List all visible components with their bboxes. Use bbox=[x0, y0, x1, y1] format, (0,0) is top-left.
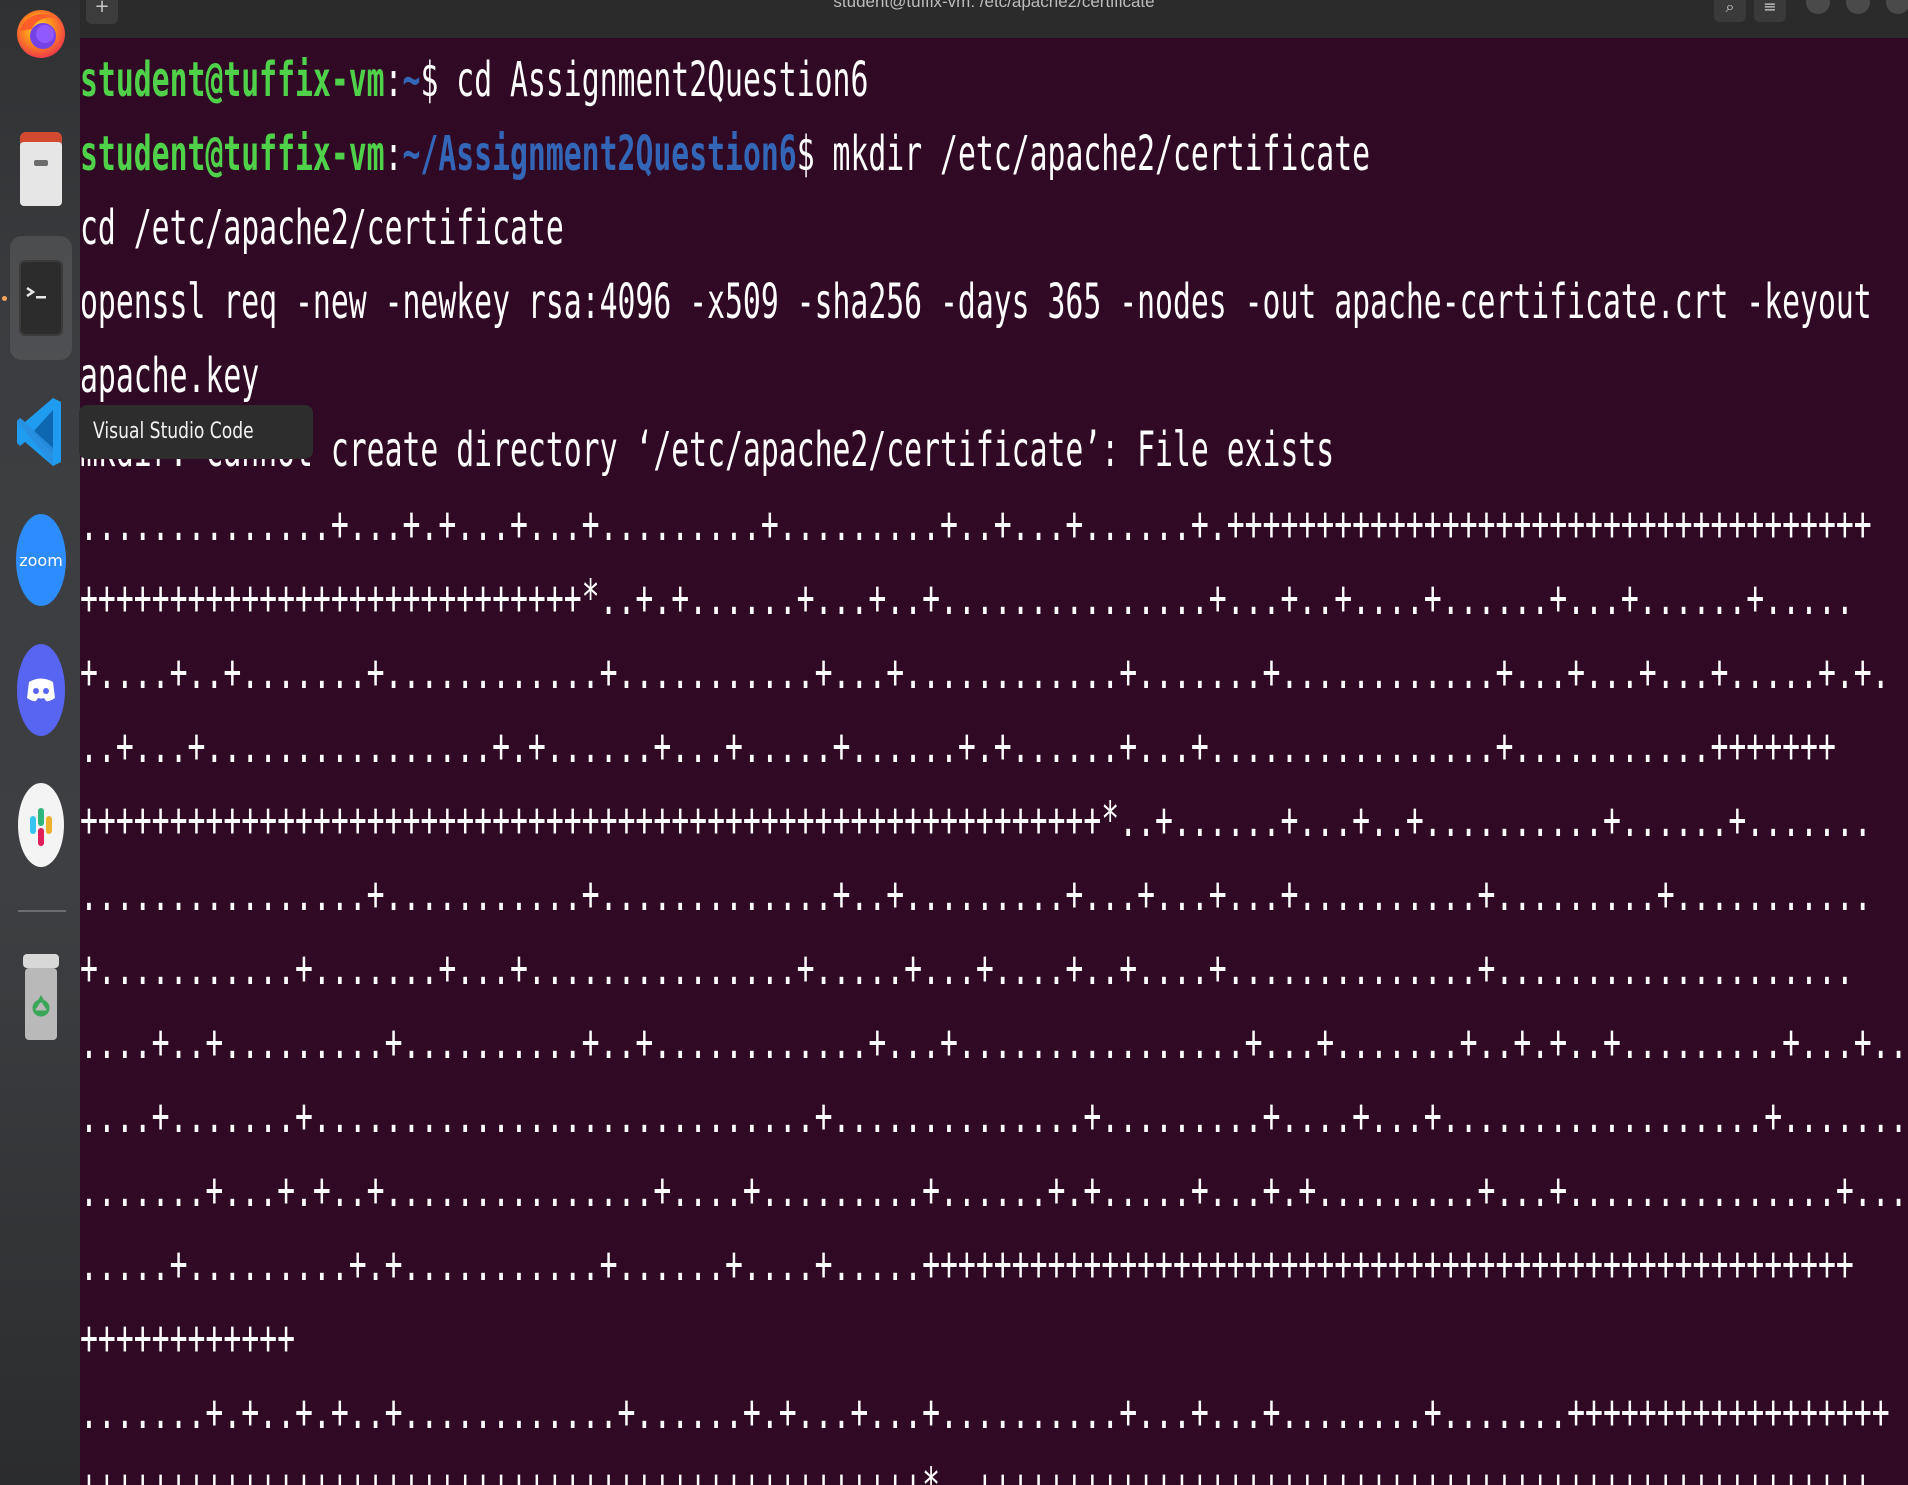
terminal-line: ..+...+................+.+......+...+...… bbox=[80, 718, 1836, 774]
terminal-line: apache.key bbox=[80, 348, 260, 404]
prompt-user-host: student@tuffix-vm bbox=[80, 52, 385, 108]
discord-icon bbox=[17, 644, 65, 736]
prompt-colon: : bbox=[384, 126, 403, 182]
search-icon: ⌕ bbox=[1725, 0, 1735, 16]
dock-item-terminal[interactable] bbox=[10, 236, 72, 360]
command-text: mkdir /etc/apache2/certificate bbox=[832, 126, 1371, 182]
menu-button[interactable]: ≡ bbox=[1754, 0, 1786, 22]
files-icon bbox=[20, 132, 62, 206]
terminal-icon bbox=[19, 260, 63, 336]
dock-item-trash[interactable] bbox=[10, 948, 72, 1048]
dock-item-discord[interactable] bbox=[10, 644, 72, 736]
window-title: student@tuffix-vm: /etc/apache2/certific… bbox=[833, 0, 1155, 11]
terminal-line: student@tuffix-vm:~$ cd Assignment2Quest… bbox=[80, 43, 868, 117]
dock-item-zoom[interactable]: zoom bbox=[10, 514, 72, 606]
terminal-line: ++++++++++++ bbox=[80, 1310, 296, 1366]
prompt-dollar: $ bbox=[796, 126, 833, 182]
prompt-path: ~ bbox=[402, 52, 421, 108]
dock-item-slack[interactable] bbox=[10, 783, 72, 867]
dock-separator bbox=[18, 910, 66, 912]
terminal-line: openssl req -new -newkey rsa:4096 -x509 … bbox=[80, 274, 1872, 330]
tooltip-text: Visual Studio Code bbox=[93, 419, 254, 444]
dock-item-firefox[interactable] bbox=[10, 0, 72, 74]
terminal-line: ..............+...+.+...+...+.........+.… bbox=[80, 496, 1872, 552]
menu-icon: ≡ bbox=[1763, 0, 1777, 16]
terminal-output[interactable]: student@tuffix-vm:~$ cd Assignment2Quest… bbox=[80, 38, 1908, 1485]
terminal-line: .......+.+..+.+..+............+......+.+… bbox=[80, 1384, 1890, 1440]
active-indicator-dot bbox=[2, 296, 7, 301]
terminal-headerbar: + student@tuffix-vm: /etc/apache2/certif… bbox=[80, 0, 1908, 38]
prompt-path: ~/Assignment2Question6 bbox=[402, 126, 797, 182]
vscode-icon bbox=[17, 398, 61, 466]
terminal-line: ....+.......+...........................… bbox=[80, 1088, 1908, 1144]
terminal-line: +...........+.......+...+...............… bbox=[80, 940, 1854, 996]
terminal-line: ++++++++++++++++++++++++++++++++++++++++… bbox=[80, 792, 1872, 848]
prompt-dollar: $ bbox=[420, 52, 457, 108]
dock-tooltip: Visual Studio Code bbox=[79, 405, 314, 459]
command-text: cd Assignment2Question6 bbox=[456, 52, 869, 108]
firefox-icon bbox=[17, 10, 65, 58]
desktop-screen: zoom + student@tuffix-vm: /etc/apache2/c… bbox=[0, 0, 1908, 1485]
dock-item-files[interactable] bbox=[10, 130, 72, 210]
terminal-line: ................+...........+...........… bbox=[80, 866, 1872, 922]
terminal-line: .....+.........+.+...........+......+...… bbox=[80, 1236, 1854, 1292]
slack-icon bbox=[18, 783, 64, 867]
terminal-line: ....+..+.........+..........+..+........… bbox=[80, 1014, 1908, 1070]
zoom-icon: zoom bbox=[16, 514, 66, 606]
terminal-line: +....+..+.......+............+..........… bbox=[80, 644, 1890, 700]
terminal-line: ++++++++++++++++++++++++++++++++++++++++… bbox=[80, 1449, 1872, 1485]
search-button[interactable]: ⌕ bbox=[1714, 0, 1746, 22]
terminal-line: .......+...+.+..+...............+....+..… bbox=[80, 1162, 1908, 1218]
dock: zoom bbox=[0, 0, 80, 1485]
prompt-user-host: student@tuffix-vm bbox=[80, 126, 385, 182]
terminal-line: cd /etc/apache2/certificate bbox=[80, 200, 564, 256]
prompt-colon: : bbox=[384, 52, 403, 108]
terminal-line: student@tuffix-vm:~/Assignment2Question6… bbox=[80, 117, 1370, 191]
trash-icon bbox=[23, 954, 59, 1040]
svg-text:zoom: zoom bbox=[19, 551, 63, 570]
dock-item-vscode[interactable] bbox=[10, 392, 72, 472]
terminal-line: ++++++++++++++++++++++++++++*..+.+......… bbox=[80, 570, 1854, 626]
